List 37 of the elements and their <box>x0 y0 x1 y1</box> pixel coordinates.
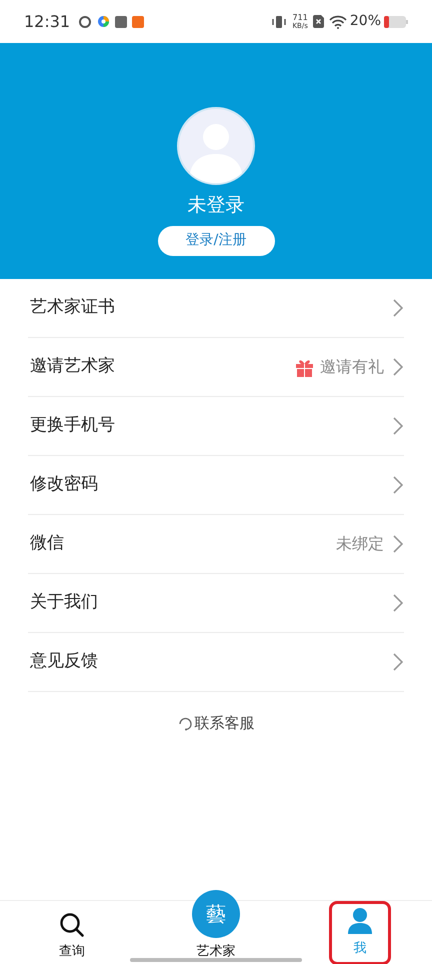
battery-percent: 20% <box>350 12 381 31</box>
menu-item[interactable]: 艺术家证书 <box>28 279 404 338</box>
chevron-right-icon <box>392 298 404 318</box>
menu-item[interactable]: 关于我们 <box>28 574 404 633</box>
chevron-right-icon <box>392 534 404 554</box>
logo-badge: 藝 <box>192 890 240 938</box>
sim-icon <box>312 15 324 28</box>
battery-icon <box>384 16 408 28</box>
chevron-right-icon <box>392 593 404 613</box>
search-icon <box>59 912 85 938</box>
chevron-right-icon <box>392 416 404 436</box>
headset-icon <box>178 716 192 731</box>
chevron-right-icon <box>392 357 404 377</box>
gift-icon <box>295 358 314 376</box>
chevron-right-icon <box>392 652 404 672</box>
app-icon <box>132 16 144 28</box>
network-speed-value: 711 <box>292 14 308 22</box>
tab-item[interactable]: 查询 <box>41 901 103 964</box>
menu-item-value: 邀请有礼 <box>320 356 384 378</box>
pinwheel-icon <box>97 15 110 28</box>
vibrate-icon <box>271 14 288 28</box>
menu-item[interactable]: 修改密码 <box>28 456 404 515</box>
app-icon <box>115 16 128 28</box>
chevron-right-icon <box>392 475 404 495</box>
contact-service-link[interactable]: 联系客服 <box>194 712 254 734</box>
ring-icon <box>78 14 92 28</box>
login-register-button[interactable]: 登录/注册 <box>158 226 274 256</box>
person-icon <box>347 906 373 934</box>
wifi-icon <box>328 14 347 28</box>
menu-item[interactable]: 微信 未绑定 <box>28 515 404 574</box>
username-text: 未登录 <box>188 193 244 218</box>
menu-item[interactable]: 邀请艺术家 邀请有礼 <box>28 338 404 397</box>
clock-time: 12:31 <box>24 10 70 32</box>
menu-item-value: 未绑定 <box>336 533 384 555</box>
menu-item[interactable]: 意见反馈 <box>28 633 404 692</box>
avatar-icon <box>177 107 255 185</box>
menu-item[interactable]: 更换手机号 <box>28 397 404 456</box>
